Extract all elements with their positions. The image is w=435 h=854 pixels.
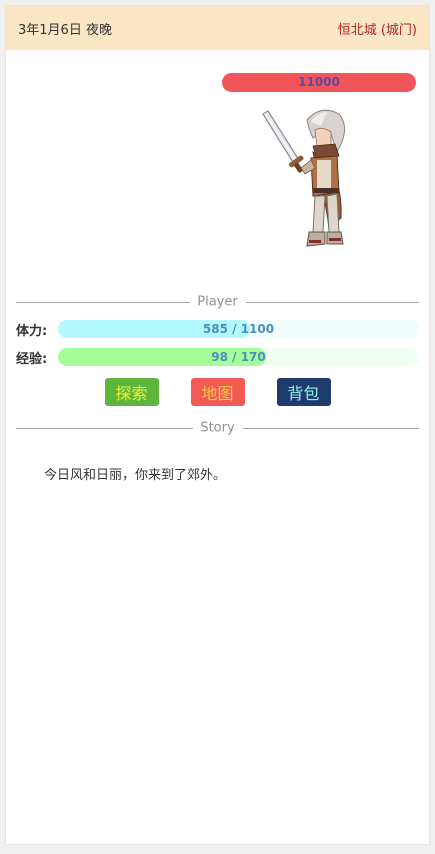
- enemy-hp-value: 11000: [298, 75, 340, 89]
- experience-label: 经验:: [16, 351, 48, 367]
- action-buttons: 探索 地图 背包: [6, 378, 429, 406]
- story-section-title: Story: [192, 420, 243, 436]
- stamina-bar: 585 / 1100: [58, 320, 419, 338]
- map-button[interactable]: 地图: [190, 378, 245, 406]
- experience-value: 98 / 170: [211, 350, 266, 364]
- current-location: 恒北城 (城门): [337, 22, 417, 38]
- player-section-title: Player: [189, 294, 246, 310]
- enemy-hp-bar: 11000: [222, 73, 416, 92]
- swordsman-character-icon: [262, 109, 345, 247]
- story-section-divider: Story: [16, 418, 419, 438]
- game-date: 3年1月6日 夜晚: [18, 22, 112, 38]
- stamina-label: 体力:: [16, 323, 48, 339]
- encounter-area: 11000: [6, 50, 429, 280]
- experience-row: 经验: 98 / 170: [16, 346, 419, 368]
- status-header: 3年1月6日 夜晚 恒北城 (城门): [6, 6, 429, 50]
- stamina-row: 体力: 585 / 1100: [16, 318, 419, 340]
- game-panel: 3年1月6日 夜晚 恒北城 (城门) 11000 Player 体力: 585 …: [5, 5, 430, 845]
- player-section-divider: Player: [16, 292, 419, 312]
- explore-button[interactable]: 探索: [104, 378, 159, 406]
- story-text: 今日风和日丽，你来到了郊外。: [44, 468, 227, 483]
- experience-bar: 98 / 170: [58, 348, 419, 366]
- stamina-value: 585 / 1100: [202, 322, 275, 336]
- bag-button[interactable]: 背包: [276, 378, 331, 406]
